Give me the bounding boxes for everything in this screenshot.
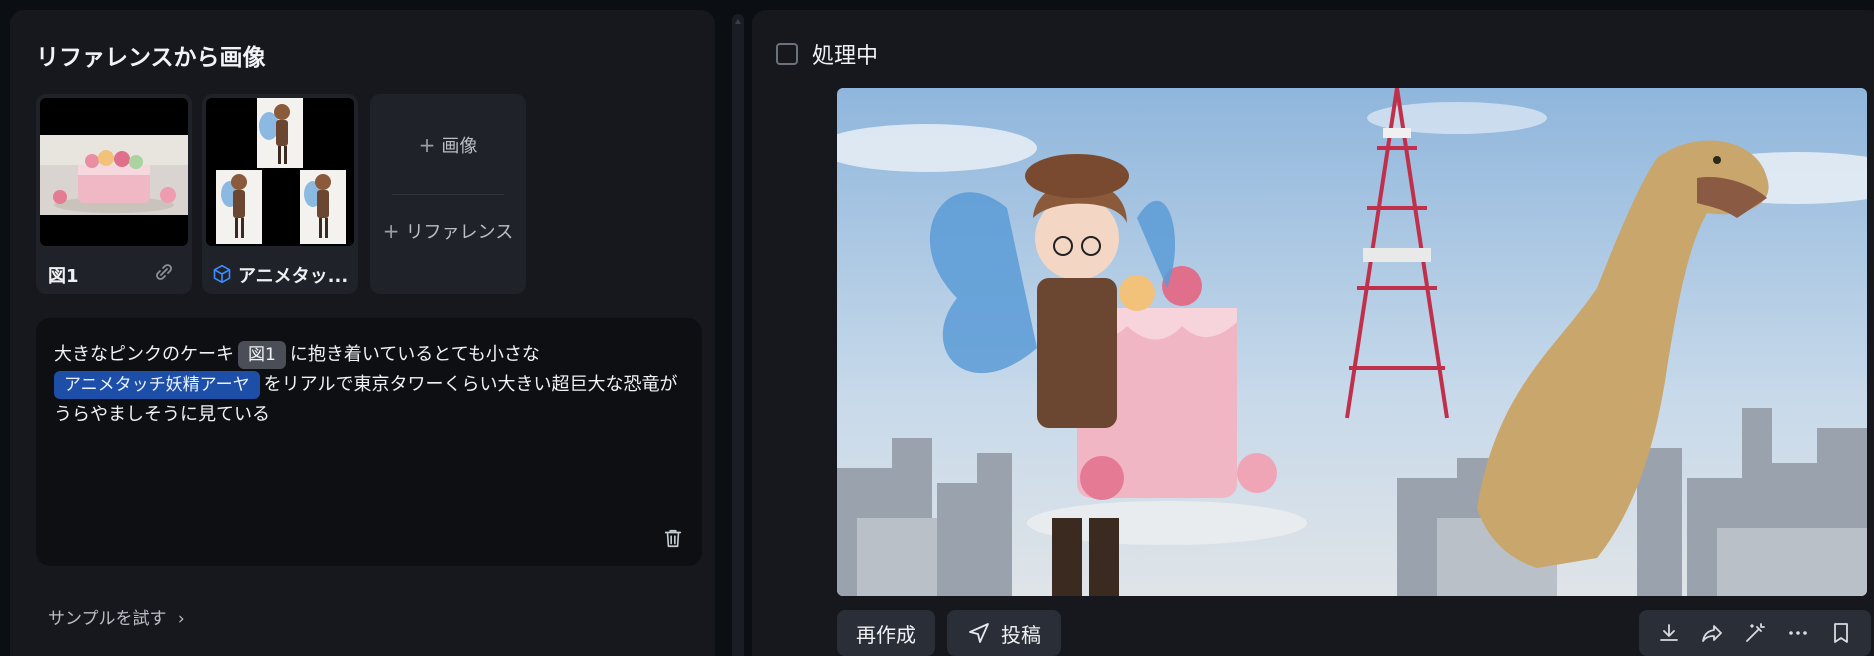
prompt-segment: に抱き着いているとても小さな — [289, 344, 540, 365]
chevron-right-icon: › — [177, 609, 185, 629]
result-header: 処理中 — [776, 38, 878, 70]
image-toolbar — [1639, 610, 1871, 656]
cake-image — [40, 135, 188, 215]
result-panel: 処理中 再作成 投稿 — [752, 10, 1874, 656]
prompt-segment: 大きなピンクのケーキ — [54, 344, 234, 365]
fairy-sheet-image — [206, 98, 354, 246]
try-sample-link[interactable]: サンプルを試す › — [48, 604, 185, 629]
send-icon — [969, 623, 989, 643]
panel-title: リファレンスから画像 — [36, 45, 266, 71]
post-label: 投稿 — [1001, 622, 1041, 647]
trash-icon[interactable] — [662, 526, 684, 550]
tile-caption: アニメタッ... — [238, 266, 349, 287]
reference-panel: リファレンスから画像 図1 アニメタッ... + 画像 + リファレンス 大きな… — [10, 10, 715, 656]
regenerate-button[interactable]: 再作成 — [837, 610, 935, 656]
reference-chip-fairy[interactable]: アニメタッチ妖精アーヤ — [54, 371, 260, 399]
link-icon[interactable] — [152, 260, 176, 284]
fairy-thumbnail — [206, 98, 354, 246]
select-checkbox[interactable] — [776, 43, 798, 65]
magic-wand-icon[interactable] — [1740, 618, 1770, 648]
panel-divider[interactable] — [732, 14, 744, 656]
tile-caption: 図1 — [48, 266, 79, 287]
reference-tile-figure1[interactable]: 図1 — [36, 94, 192, 294]
add-reference-button[interactable]: + リファレンス — [370, 218, 526, 244]
cake-thumbnail — [40, 98, 188, 246]
divider-grip-icon — [735, 18, 741, 24]
add-image-label: 画像 — [441, 136, 478, 157]
cube-icon — [213, 264, 231, 284]
share-icon[interactable] — [1697, 618, 1727, 648]
generated-image[interactable] — [837, 88, 1867, 596]
more-icon[interactable] — [1783, 618, 1813, 648]
download-icon[interactable] — [1654, 618, 1684, 648]
add-reference-label: リファレンス — [405, 222, 514, 243]
reference-chip-figure1[interactable]: 図1 — [238, 341, 286, 369]
plus-icon: + — [382, 219, 400, 243]
prompt-input[interactable]: 大きなピンクのケーキ 図1 に抱き着いているとても小さな アニメタッチ妖精アーヤ をリア… — [36, 318, 702, 566]
plus-icon: + — [418, 133, 436, 157]
add-tile: + 画像 + リファレンス — [370, 94, 526, 294]
add-image-button[interactable]: + 画像 — [370, 132, 526, 158]
sample-link-label: サンプルを試す — [48, 609, 167, 629]
bookmark-icon[interactable] — [1826, 618, 1856, 648]
post-button[interactable]: 投稿 — [947, 610, 1061, 656]
divider — [392, 194, 504, 195]
prompt-text: 大きなピンクのケーキ 図1 に抱き着いているとても小さな アニメタッチ妖精アーヤ をリア… — [54, 340, 694, 430]
reference-tile-fairy[interactable]: アニメタッ... — [202, 94, 358, 294]
status-label: 処理中 — [812, 44, 879, 69]
